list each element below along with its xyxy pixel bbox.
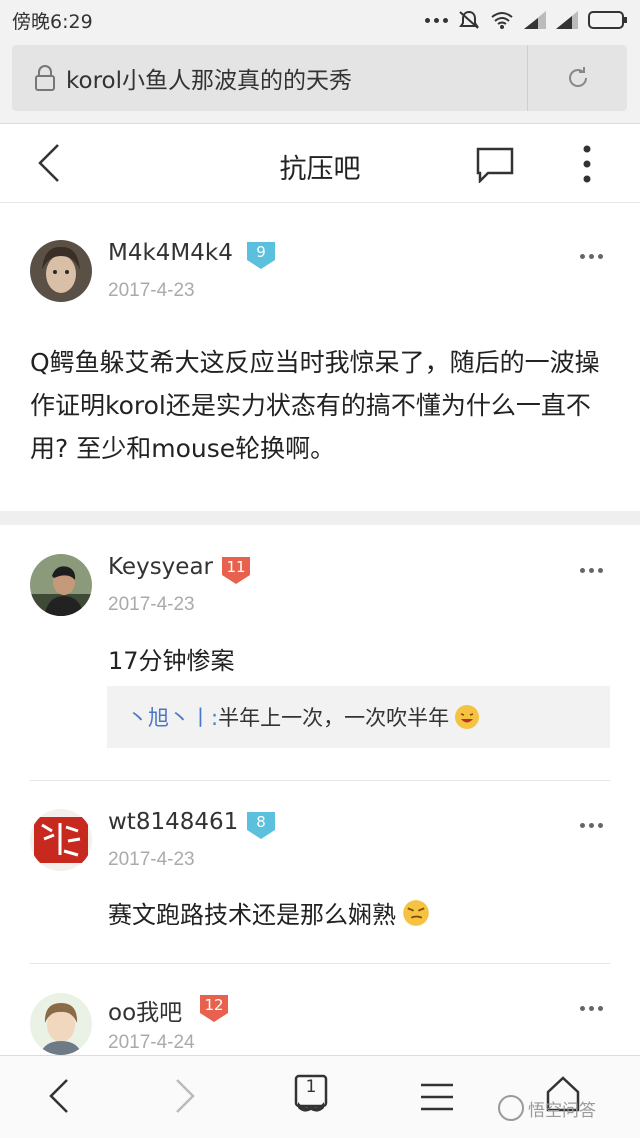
more-options-icon[interactable]	[580, 823, 603, 828]
reload-icon[interactable]	[565, 65, 591, 91]
tabs-button[interactable]: 1	[294, 1074, 328, 1114]
address-url-text: korol小鱼人那波真的的天秀	[66, 68, 352, 94]
title-bar: 抗压吧	[0, 125, 640, 203]
notification-dots-icon	[425, 17, 448, 23]
post-date: 2017-4-23	[108, 280, 195, 301]
reply-post: oo我吧 12 2017-4-24	[0, 964, 640, 1056]
username[interactable]: wt8148461	[108, 809, 238, 835]
sub-reply-text: 半年上一次，一次吹半年	[218, 706, 450, 730]
wifi-icon	[491, 12, 513, 29]
avatar[interactable]	[30, 240, 92, 302]
username[interactable]: oo我吧	[108, 993, 182, 1027]
tab-count: 1	[305, 1077, 317, 1097]
status-time: 傍晚6:29	[12, 10, 93, 33]
level-badge: 8	[245, 810, 277, 840]
more-options-icon[interactable]	[580, 568, 603, 573]
back-icon[interactable]	[48, 1078, 70, 1114]
watermark-logo-icon	[498, 1095, 524, 1121]
watermark-text: 悟空问答	[528, 1100, 596, 1121]
level-badge: 11	[220, 555, 252, 585]
avatar[interactable]	[30, 809, 92, 871]
battery-icon	[588, 11, 627, 29]
sub-reply-user[interactable]: 丶旭丶丨:	[127, 702, 218, 732]
reply-post: wt8148461 8 2017-4-23 赛文跑路技术还是那么娴熟	[0, 781, 640, 963]
reply-text: 赛文跑路技术还是那么娴熟	[108, 895, 430, 930]
mute-icon	[459, 10, 479, 29]
post-body: Q鳄鱼躲艾希大这反应当时我惊呆了，随后的一波操作证明korol还是实力状态有的搞…	[30, 348, 600, 463]
level-badge: 12	[198, 993, 230, 1023]
signal-icon	[524, 11, 546, 29]
status-bar: 傍晚6:29	[0, 0, 640, 40]
avatar[interactable]	[30, 554, 92, 616]
more-options-icon[interactable]	[580, 254, 603, 259]
address-bar[interactable]: korol小鱼人那波真的的天秀	[12, 45, 627, 111]
menu-icon[interactable]	[420, 1082, 454, 1112]
status-icons	[425, 10, 628, 30]
address-divider	[527, 45, 528, 111]
post-date: 2017-4-24	[108, 1032, 195, 1053]
reply-text-content: 赛文跑路技术还是那么娴熟	[108, 901, 396, 929]
username[interactable]: M4k4M4k4	[108, 240, 233, 266]
more-vertical-icon[interactable]	[582, 145, 592, 183]
comment-icon[interactable]	[476, 147, 514, 183]
post-date: 2017-4-23	[108, 594, 195, 615]
watermark: 悟空问答	[498, 1095, 596, 1121]
lock-icon	[35, 65, 55, 91]
smirk-emoji-icon	[403, 899, 429, 926]
main-post: M4k4M4k4 9 2017-4-23 Q鳄鱼躲艾希大这反应当时我惊呆了，随后…	[0, 205, 640, 511]
level-badge: 9	[245, 240, 277, 270]
address-bar-container: korol小鱼人那波真的的天秀	[0, 40, 640, 124]
username[interactable]: Keysyear	[108, 554, 213, 580]
reply-text: 17分钟惨案	[108, 647, 235, 675]
more-options-icon[interactable]	[580, 1006, 603, 1011]
page-title: 抗压吧	[279, 154, 361, 185]
sub-reply[interactable]: 丶旭丶丨: 半年上一次，一次吹半年	[107, 686, 610, 748]
avatar[interactable]	[30, 993, 92, 1055]
forward-icon[interactable]	[174, 1078, 196, 1114]
laugh-emoji-icon	[455, 705, 480, 729]
signal-icon-2	[556, 11, 578, 29]
section-divider	[0, 511, 640, 525]
post-date: 2017-4-23	[108, 849, 195, 870]
